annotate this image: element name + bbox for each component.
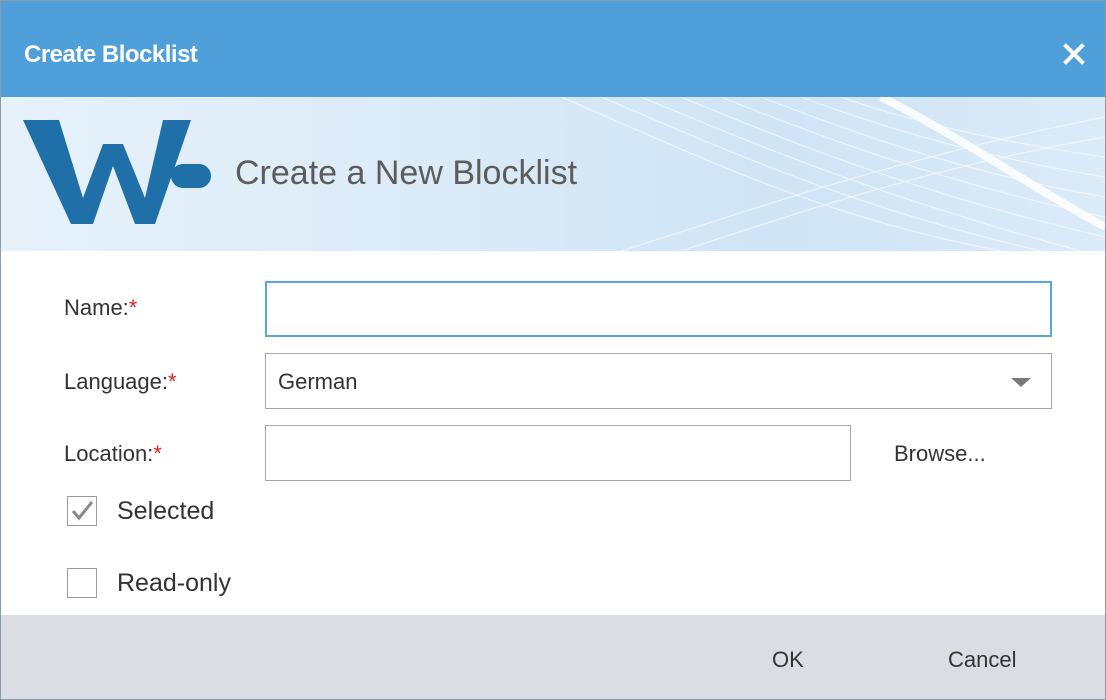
browse-button[interactable]: Browse...	[894, 439, 986, 469]
read-only-checkbox-label: Read-only	[117, 569, 231, 597]
location-input[interactable]	[265, 425, 851, 481]
chevron-down-icon	[1011, 378, 1031, 387]
read-only-checkbox-box[interactable]	[67, 568, 97, 598]
selected-checkbox-box[interactable]	[67, 496, 97, 526]
location-label: Location:*	[64, 439, 162, 469]
wf-logo	[23, 120, 211, 224]
language-label-text: Language:	[64, 369, 168, 394]
dialog-titlebar: Create Blocklist	[1, 1, 1105, 97]
ok-button[interactable]: OK	[772, 645, 804, 675]
language-selected-value: German	[278, 369, 358, 394]
close-button[interactable]	[1057, 37, 1091, 71]
language-select[interactable]: German	[265, 353, 1052, 409]
banner-heading: Create a New Blocklist	[235, 154, 578, 192]
close-icon	[1063, 43, 1085, 65]
create-blocklist-dialog: Create Blocklist Create a New Blocklist …	[0, 0, 1106, 700]
cancel-button[interactable]: Cancel	[948, 645, 1016, 675]
name-label-text: Name:	[64, 295, 129, 320]
required-marker: *	[128, 295, 138, 320]
selected-checkbox-label: Selected	[117, 497, 215, 525]
required-marker: *	[153, 441, 162, 466]
language-label: Language:*	[64, 367, 177, 397]
dialog-banner: Create a New Blocklist	[1, 97, 1105, 251]
name-input[interactable]	[265, 281, 1052, 337]
dialog-title: Create Blocklist	[24, 41, 198, 68]
dialog-footer: OK Cancel	[1, 615, 1105, 699]
location-label-text: Location:	[64, 441, 154, 466]
checkmark-icon	[71, 501, 94, 521]
required-marker: *	[168, 369, 177, 394]
name-label: Name:*	[64, 293, 137, 323]
